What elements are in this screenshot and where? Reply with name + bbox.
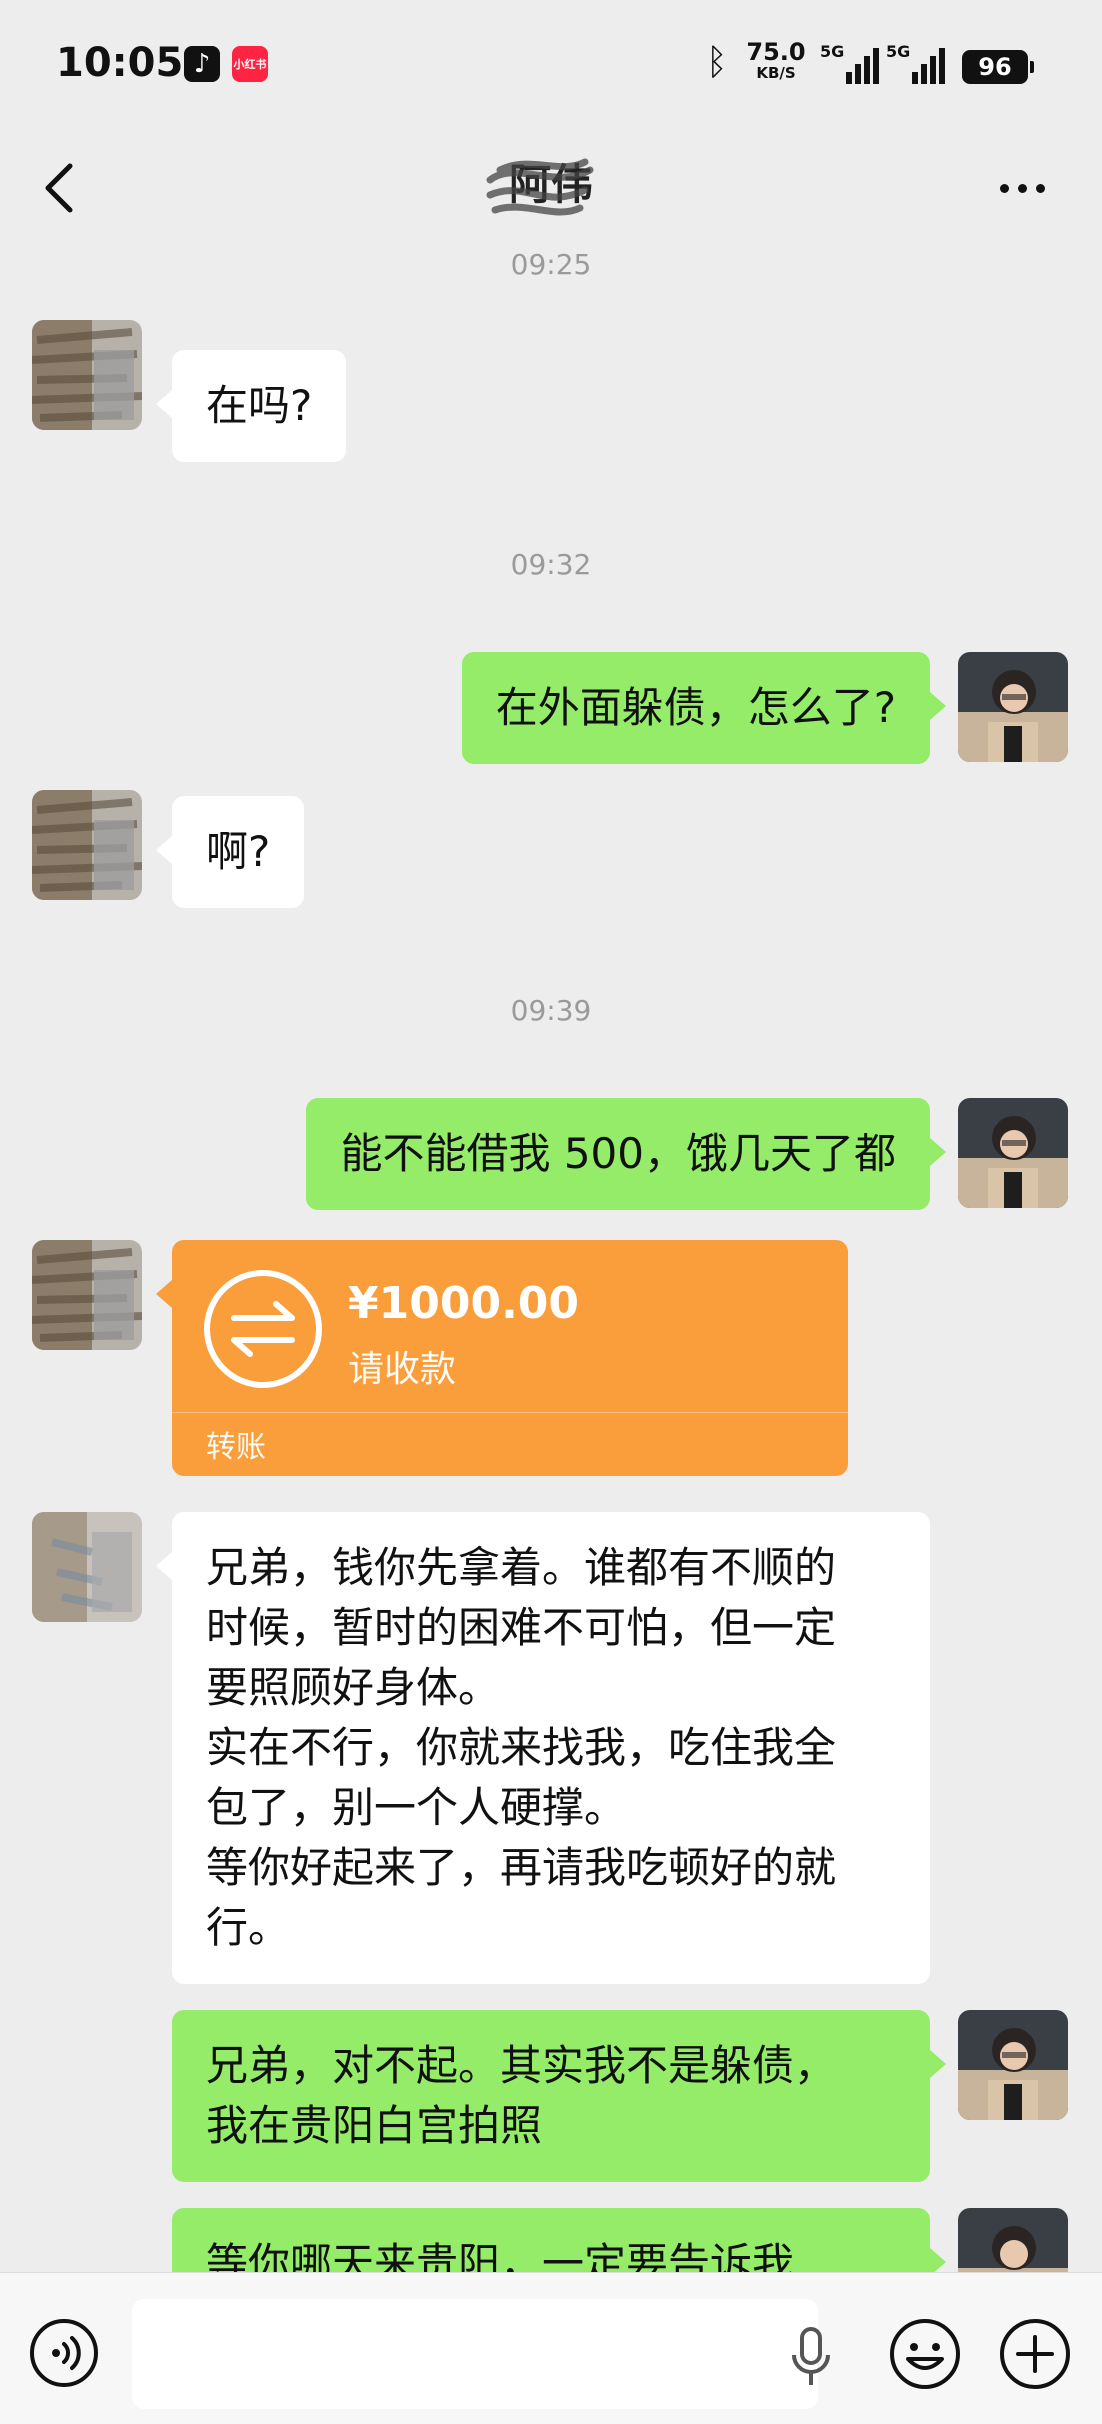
contact-avatar[interactable] bbox=[32, 1240, 142, 1350]
signal-label: 5G bbox=[820, 42, 845, 61]
voice-button[interactable] bbox=[28, 2317, 100, 2389]
more-dot bbox=[1017, 183, 1027, 193]
battery-indicator: 96 bbox=[962, 50, 1034, 84]
voice-icon bbox=[30, 2319, 98, 2387]
bluetooth-icon: ᛒ bbox=[706, 42, 728, 83]
my-avatar[interactable] bbox=[958, 1098, 1068, 1208]
redaction-scribble bbox=[486, 158, 594, 216]
message-bubble-incoming[interactable]: 啊? bbox=[155, 796, 305, 908]
message-bubble-incoming[interactable]: 在吗? bbox=[155, 350, 347, 462]
message-bubble-outgoing[interactable]: 在外面躲债，怎么了? bbox=[461, 652, 947, 764]
message-bubble-outgoing[interactable]: 兄弟，对不起。其实我不是躲债， 我在贵阳白宫拍照 bbox=[172, 2010, 946, 2182]
more-dot bbox=[999, 183, 1009, 193]
network-speed-unit: KB/S bbox=[756, 64, 796, 82]
message-bubble-outgoing[interactable]: 能不能借我 500，饿几天了都 bbox=[306, 1098, 946, 1210]
tiktok-icon: ♪ bbox=[184, 46, 220, 82]
contact-avatar[interactable] bbox=[32, 790, 142, 900]
xiaohongshu-icon: 小红书 bbox=[232, 46, 268, 82]
contact-avatar[interactable] bbox=[32, 320, 142, 430]
status-time: 10:05 bbox=[56, 40, 184, 86]
microphone-icon[interactable] bbox=[786, 2325, 836, 2391]
more-functions-button[interactable] bbox=[998, 2317, 1072, 2391]
chevron-left-icon bbox=[45, 163, 73, 213]
message-timestamp: 09:25 bbox=[510, 248, 592, 281]
transfer-card[interactable]: ¥1000.00 请收款 转账 bbox=[156, 1240, 848, 1476]
signal-icon: 5G bbox=[820, 42, 882, 84]
back-button[interactable] bbox=[40, 160, 80, 216]
network-speed: 75.0 KB/S bbox=[744, 40, 808, 81]
contact-avatar[interactable] bbox=[32, 1512, 142, 1622]
message-input[interactable] bbox=[132, 2299, 818, 2409]
input-bar bbox=[0, 2272, 1102, 2424]
divider bbox=[172, 1412, 848, 1413]
emoji-icon bbox=[890, 2319, 960, 2389]
plus-icon bbox=[1000, 2319, 1070, 2389]
more-dot bbox=[1035, 183, 1045, 193]
more-options-button[interactable] bbox=[990, 168, 1054, 208]
network-speed-value: 75.0 bbox=[746, 38, 806, 66]
emoji-button[interactable] bbox=[888, 2317, 962, 2391]
my-avatar[interactable] bbox=[958, 2010, 1068, 2120]
message-timestamp: 09:32 bbox=[510, 548, 592, 581]
my-avatar[interactable] bbox=[958, 652, 1068, 762]
message-timestamp: 09:39 bbox=[510, 994, 592, 1027]
transfer-status: 请收款 bbox=[348, 1349, 457, 1390]
message-bubble-incoming[interactable]: 兄弟，钱你先拿着。谁都有不顺的 时候，暂时的困难不可怕，但一定 要照顾好身体。 … bbox=[156, 1512, 930, 1984]
signal-icon-secondary: 5G bbox=[886, 42, 948, 84]
signal-label-secondary: 5G bbox=[886, 42, 911, 61]
transfer-arrows-icon bbox=[204, 1270, 322, 1388]
transfer-amount: ¥1000.00 bbox=[348, 1278, 580, 1329]
transfer-type-label: 转账 bbox=[206, 1430, 266, 1465]
status-bar: 10:05 ♪ 小红书 ᛒ 75.0 KB/S 5G 5G 96 bbox=[0, 0, 1102, 130]
